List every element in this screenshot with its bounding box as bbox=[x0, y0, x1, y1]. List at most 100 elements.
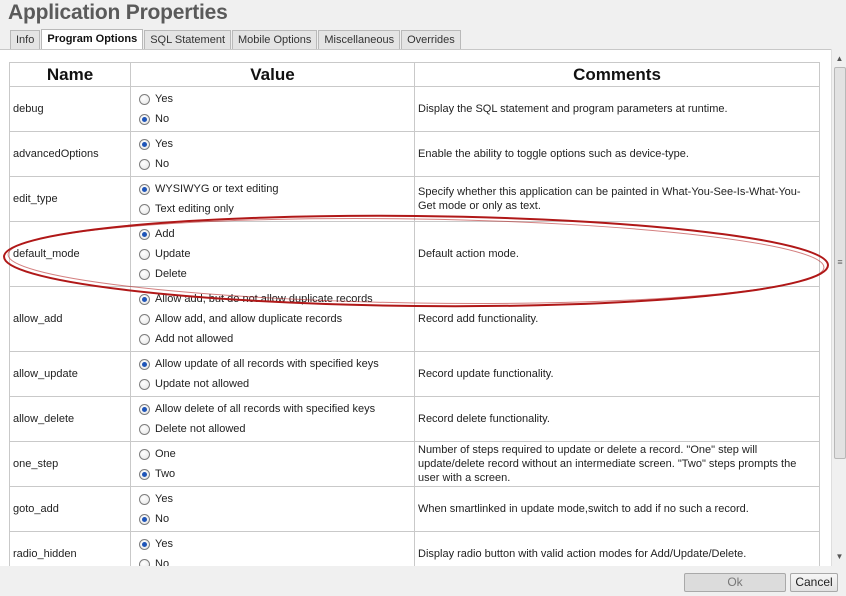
radio-checked-icon[interactable] bbox=[139, 358, 150, 370]
radio-option[interactable]: Update not allowed bbox=[139, 374, 414, 394]
radio-label: Text editing only bbox=[155, 203, 234, 215]
property-comment: Display the SQL statement and program pa… bbox=[414, 86, 820, 132]
radio-option[interactable]: Delete not allowed bbox=[139, 419, 414, 439]
radio-checked-icon[interactable] bbox=[139, 403, 150, 415]
property-value: Yes No bbox=[130, 531, 415, 567]
radio-checked-icon[interactable] bbox=[139, 468, 150, 480]
property-comment: Record add functionality. bbox=[414, 286, 820, 352]
radio-unchecked-icon[interactable] bbox=[139, 93, 150, 105]
radio-checked-icon[interactable] bbox=[139, 513, 150, 525]
property-comment: Default action mode. bbox=[414, 221, 820, 287]
radio-unchecked-icon[interactable] bbox=[139, 333, 150, 345]
vertical-scrollbar[interactable]: ▲ ≡ ▼ bbox=[831, 49, 846, 566]
ok-button[interactable]: Ok bbox=[684, 573, 786, 592]
grip-lines-icon: ≡ bbox=[837, 257, 843, 267]
table-row: allow_delete Allow delete of all records … bbox=[9, 396, 820, 442]
radio-checked-icon[interactable] bbox=[139, 183, 150, 195]
property-value: Add Update Delete bbox=[130, 221, 415, 287]
radio-option[interactable]: Yes bbox=[139, 89, 414, 109]
tab-sql-statement[interactable]: SQL Statement bbox=[144, 30, 232, 49]
radio-label: WYSIWYG or text editing bbox=[155, 183, 279, 195]
tab-program-options[interactable]: Program Options bbox=[41, 29, 144, 49]
properties-panel: Name Value Comments debug Yes No Display th… bbox=[0, 49, 846, 567]
radio-option[interactable]: Allow update of all records with specifi… bbox=[139, 354, 414, 374]
radio-option[interactable]: Two bbox=[139, 464, 414, 484]
property-comment: Specify whether this application can be … bbox=[414, 176, 820, 222]
radio-checked-icon[interactable] bbox=[139, 138, 150, 150]
radio-option[interactable]: Yes bbox=[139, 534, 414, 554]
radio-option[interactable]: One bbox=[139, 444, 414, 464]
radio-option[interactable]: Update bbox=[139, 244, 414, 264]
window-title: Application Properties bbox=[8, 1, 228, 24]
radio-unchecked-icon[interactable] bbox=[139, 313, 150, 325]
radio-label: Yes bbox=[155, 138, 173, 150]
property-value: Allow update of all records with specifi… bbox=[130, 351, 415, 397]
triangle-up-icon[interactable]: ▲ bbox=[832, 51, 846, 66]
radio-unchecked-icon[interactable] bbox=[139, 248, 150, 260]
radio-label: No bbox=[155, 158, 170, 170]
radio-label: Delete not allowed bbox=[155, 423, 246, 435]
radio-option[interactable]: No bbox=[139, 154, 414, 174]
property-name: edit_type bbox=[9, 176, 131, 222]
scrollbar-thumb[interactable]: ≡ bbox=[834, 67, 846, 459]
radio-option[interactable]: Text editing only bbox=[139, 199, 414, 219]
radio-label: No bbox=[155, 513, 170, 525]
radio-option[interactable]: Yes bbox=[139, 489, 414, 509]
table-row: advancedOptions Yes No Enable the ability t… bbox=[9, 131, 820, 177]
radio-label: Allow add, and allow duplicate records bbox=[155, 313, 343, 325]
property-value: WYSIWYG or text editing Text editing only bbox=[130, 176, 415, 222]
radio-label: Yes bbox=[155, 493, 173, 505]
properties-table: Name Value Comments debug Yes No Display th… bbox=[9, 62, 820, 567]
tab-bar: Info Program Options SQL Statement Mobile O… bbox=[10, 29, 462, 49]
radio-unchecked-icon[interactable] bbox=[139, 423, 150, 435]
radio-unchecked-icon[interactable] bbox=[139, 378, 150, 390]
table-row: radio_hidden Yes No Display radio button wi… bbox=[9, 531, 820, 567]
radio-checked-icon[interactable] bbox=[139, 228, 150, 240]
radio-unchecked-icon[interactable] bbox=[139, 158, 150, 170]
tab-info[interactable]: Info bbox=[10, 30, 41, 49]
radio-option[interactable]: No bbox=[139, 509, 414, 529]
radio-label: Update not allowed bbox=[155, 378, 250, 390]
property-value: One Two bbox=[130, 441, 415, 487]
radio-checked-icon[interactable] bbox=[139, 538, 150, 550]
column-header-comments: Comments bbox=[414, 62, 820, 87]
radio-checked-icon[interactable] bbox=[139, 293, 150, 305]
triangle-down-icon[interactable]: ▼ bbox=[832, 549, 846, 564]
property-name: one_step bbox=[9, 441, 131, 487]
radio-checked-icon[interactable] bbox=[139, 113, 150, 125]
properties-table-body: debug Yes No Display the SQL statement and … bbox=[9, 86, 820, 567]
radio-label: Allow update of all records with specifi… bbox=[155, 358, 379, 370]
column-header-value: Value bbox=[130, 62, 415, 87]
radio-unchecked-icon[interactable] bbox=[139, 493, 150, 505]
tab-mobile-options[interactable]: Mobile Options bbox=[232, 30, 318, 49]
radio-option[interactable]: Delete bbox=[139, 264, 414, 284]
radio-option[interactable]: Add bbox=[139, 224, 414, 244]
radio-option[interactable]: WYSIWYG or text editing bbox=[139, 179, 414, 199]
radio-unchecked-icon[interactable] bbox=[139, 268, 150, 280]
radio-label: Yes bbox=[155, 538, 173, 550]
radio-label: Allow delete of all records with specifi… bbox=[155, 403, 376, 415]
radio-label: Yes bbox=[155, 93, 173, 105]
property-name: default_mode bbox=[9, 221, 131, 287]
tab-miscellaneous[interactable]: Miscellaneous bbox=[318, 30, 401, 49]
radio-label: One bbox=[155, 448, 176, 460]
property-value: Yes No bbox=[130, 86, 415, 132]
property-name: debug bbox=[9, 86, 131, 132]
radio-unchecked-icon[interactable] bbox=[139, 203, 150, 215]
radio-option[interactable]: Add not allowed bbox=[139, 329, 414, 349]
radio-option[interactable]: No bbox=[139, 109, 414, 129]
radio-option[interactable]: Allow add, but do not allow duplicate re… bbox=[139, 289, 414, 309]
radio-label: Add not allowed bbox=[155, 333, 234, 345]
radio-unchecked-icon[interactable] bbox=[139, 448, 150, 460]
radio-option[interactable]: Allow add, and allow duplicate records bbox=[139, 309, 414, 329]
radio-option[interactable]: Yes bbox=[139, 134, 414, 154]
tab-overrides[interactable]: Overrides bbox=[401, 30, 461, 49]
property-comment: Enable the ability to toggle options suc… bbox=[414, 131, 820, 177]
table-row: debug Yes No Display the SQL statement and … bbox=[9, 86, 820, 132]
radio-option[interactable]: Allow delete of all records with specifi… bbox=[139, 399, 414, 419]
property-value: Allow add, but do not allow duplicate re… bbox=[130, 286, 415, 352]
cancel-button[interactable]: Cancel bbox=[790, 573, 838, 592]
radio-label: Delete bbox=[155, 268, 187, 280]
property-value: Allow delete of all records with specifi… bbox=[130, 396, 415, 442]
radio-label: Allow add, but do not allow duplicate re… bbox=[155, 293, 373, 305]
